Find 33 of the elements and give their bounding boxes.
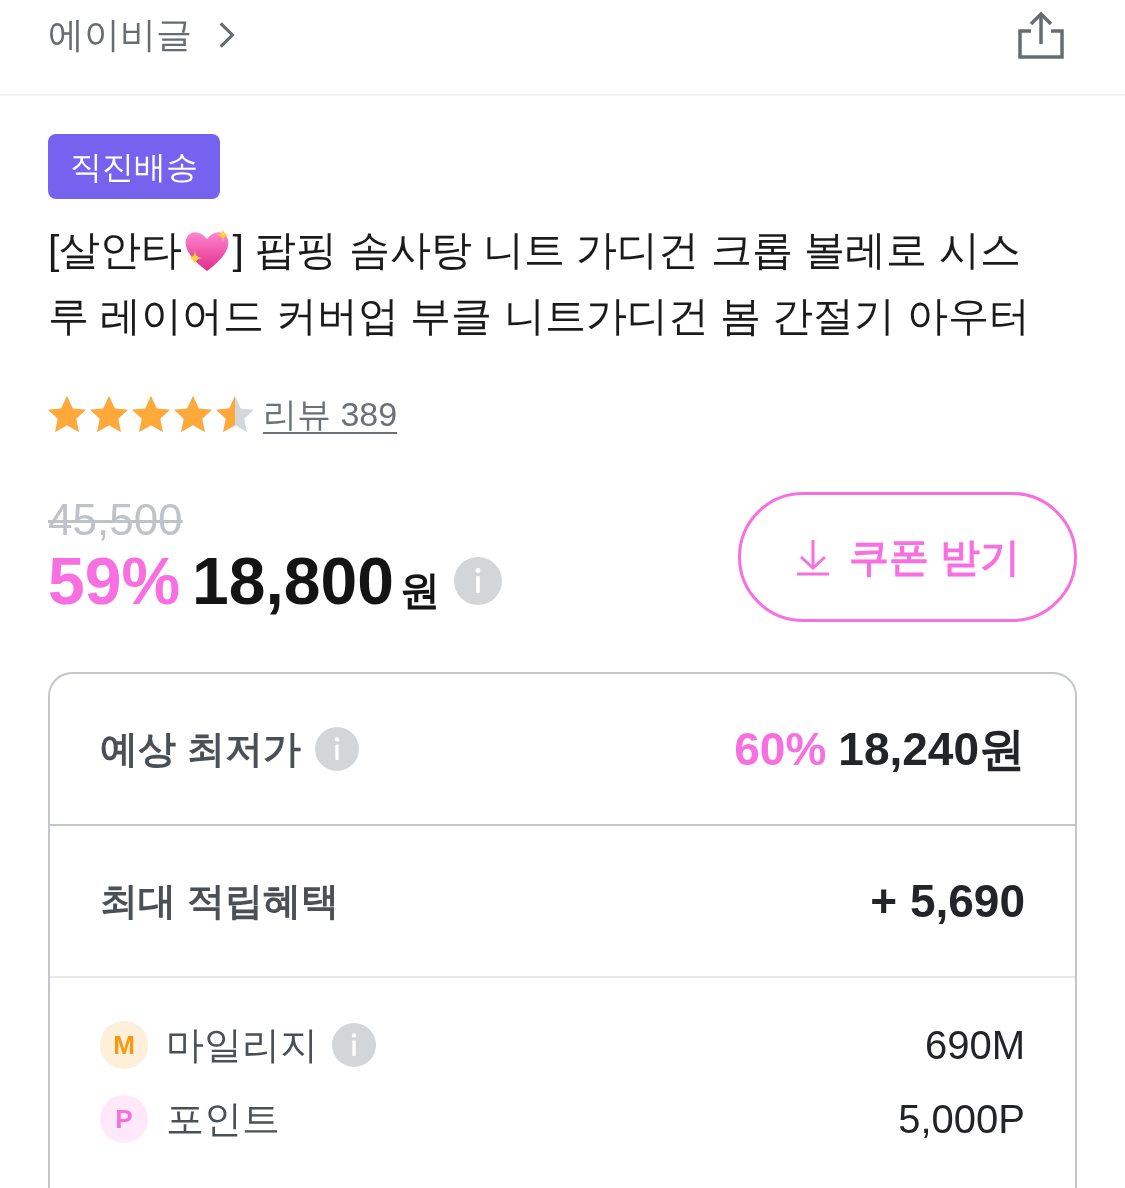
- share-icon[interactable]: [1017, 10, 1065, 60]
- info-icon[interactable]: [454, 557, 502, 605]
- delivery-badge: 직진배송: [48, 134, 220, 199]
- star-icon: [174, 396, 212, 432]
- product-title: [살안타: [48, 229, 183, 271]
- product-title: ] 팝핑 솜사탕 니트 가디건 크롭 볼레로 시스: [232, 229, 1021, 271]
- star-icon: [48, 396, 86, 432]
- letter-badge: M: [100, 1021, 148, 1069]
- reward-label: 마일리지: [166, 1026, 318, 1064]
- lowest-price: 18,240원: [838, 726, 1025, 772]
- sale-price: 18,800: [192, 546, 394, 616]
- letter-badge: P: [100, 1095, 148, 1143]
- summary-label: 최대 적립혜택: [100, 882, 339, 920]
- benefit-amount: + 5,690: [870, 878, 1025, 924]
- product-title: 루 레이어드 커버업 부클 니트가디건 봄 간절기 아우터: [48, 295, 1030, 337]
- currency-unit: 원: [400, 568, 440, 612]
- info-icon[interactable]: [314, 727, 359, 771]
- chevron-right-icon: [218, 20, 236, 50]
- review-count-link[interactable]: 리뷰 389: [263, 397, 398, 431]
- star-icon: [90, 396, 128, 432]
- star-icon: [132, 396, 170, 432]
- brand-link[interactable]: 에이비글: [48, 17, 236, 53]
- discount-rate: 59%: [48, 546, 181, 616]
- reward-label: 포인트: [166, 1100, 280, 1138]
- download-icon: [794, 538, 831, 576]
- reward-amount: 690M: [924, 1025, 1025, 1065]
- reward-amount: 5,000P: [898, 1099, 1025, 1139]
- info-icon[interactable]: [332, 1023, 376, 1067]
- star-icon: [216, 396, 254, 432]
- original-price: 45,500: [48, 498, 183, 542]
- discount-rate: 60%: [734, 726, 827, 772]
- coupon-button[interactable]: 쿠폰 받기: [738, 492, 1077, 622]
- summary-label: 예상 최저가: [100, 730, 301, 768]
